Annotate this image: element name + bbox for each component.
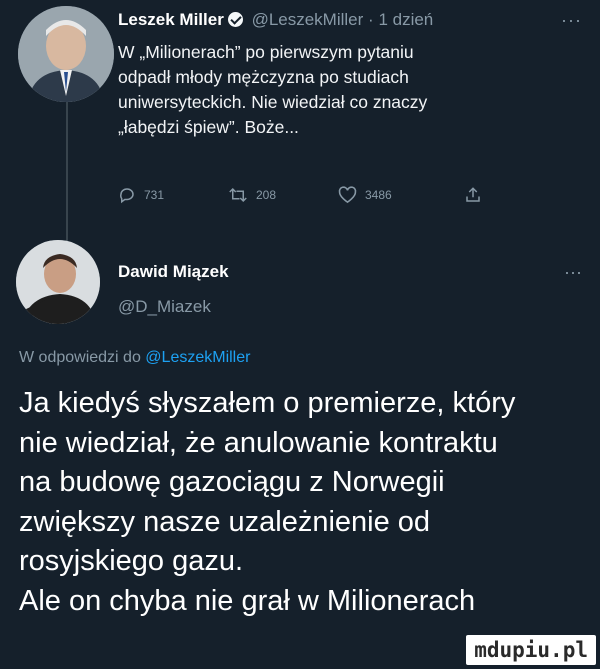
tweet1-text: W „Milionerach” po pierwszym pytaniu odp…: [118, 40, 578, 140]
avatar-dawid-miazek[interactable]: [16, 240, 100, 324]
tweet2-text-line: Ja kiedyś słyszałem o premierze, który: [19, 387, 516, 419]
reply-target-link[interactable]: @LeszekMiller: [145, 349, 250, 366]
retweet-icon: [228, 186, 248, 204]
share-button[interactable]: [464, 186, 482, 204]
tweet2-text-line: zwiększy nasze uzależnienie od: [19, 505, 431, 538]
thread-connector-line: [66, 100, 68, 250]
tweet1-handle[interactable]: @LeszekMiller: [252, 10, 364, 29]
tweet2-text-line: na budowę gazociągu z Norwegii: [19, 466, 445, 498]
tweet1-actions: 731 208 3486: [118, 186, 518, 210]
verified-badge-icon: [227, 12, 243, 27]
reply-icon: [118, 186, 136, 204]
tweet2-more-button[interactable]: ···: [564, 262, 582, 283]
tweet1-text-line: uniwersyteckich. Nie wiedział co znaczy: [118, 92, 428, 112]
reply-context: W odpowiedzi do @LeszekMiller: [19, 349, 250, 367]
avatar-leszek-miller[interactable]: [18, 6, 114, 102]
tweet1-more-button[interactable]: ···: [561, 10, 582, 31]
tweet1-author-name[interactable]: Leszek Miller: [118, 10, 224, 29]
tweet1-text-line: „łabędzi śpiew”. Boże...: [118, 117, 299, 137]
tweet2-text: Ja kiedyś słyszałem o premierze, który n…: [19, 384, 589, 621]
tweet2-text-line: nie wiedział, że anulowanie kontraktu: [19, 426, 498, 459]
reply-count: 731: [144, 188, 165, 202]
like-button[interactable]: 3486: [338, 186, 392, 204]
share-icon: [464, 186, 482, 204]
like-icon: [338, 186, 357, 204]
reply-button[interactable]: 731: [118, 186, 164, 204]
tweet2-author-name[interactable]: Dawid Miązek: [118, 262, 229, 282]
tweet2-handle[interactable]: @D_Miazek: [118, 297, 211, 317]
tweet1-text-line: W „Milionerach” po pierwszym pytaniu: [118, 42, 414, 62]
tweet1-separator: ·: [368, 10, 374, 29]
watermark-logo: mdupiu.pl: [466, 635, 596, 665]
tweet2-text-line: rosyjskiego gazu.: [19, 545, 244, 577]
tweet1-text-line: odpadł młody mężczyzna po studiach: [118, 67, 409, 87]
retweet-count: 208: [256, 188, 277, 202]
tweet1-header: Leszek Miller @LeszekMiller · 1 dzień: [118, 10, 433, 30]
reply-prefix: W odpowiedzi do: [19, 349, 141, 366]
like-count: 3486: [365, 188, 392, 202]
retweet-button[interactable]: 208: [228, 186, 276, 204]
tweet1-time[interactable]: 1 dzień: [378, 10, 433, 29]
tweet2-text-line: Ale on chyba nie grał w Milionerach: [19, 584, 476, 617]
